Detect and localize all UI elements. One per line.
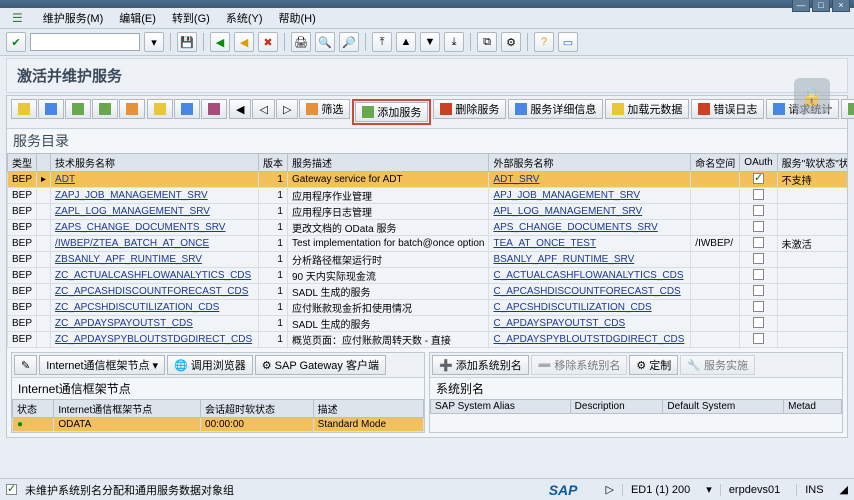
- table-row[interactable]: BEPZC_APDAYSPYBLOUTSTDGINDRCT_CDS1概览页面：应…: [8, 348, 848, 349]
- layout-save-icon[interactable]: [201, 99, 227, 119]
- maximize-icon[interactable]: □: [812, 0, 830, 12]
- table-row[interactable]: BEPZC_APCSHDISCUTILIZATION_CDS1应付账款现金折扣使…: [8, 300, 848, 316]
- window-titlebar: — □ ×: [0, 0, 854, 8]
- save-icon[interactable]: 💾: [177, 32, 197, 52]
- nav-icon[interactable]: ▷: [606, 483, 614, 496]
- sap-logo: SAP: [549, 482, 578, 498]
- service-detail-button[interactable]: 服务详细信息: [508, 99, 603, 119]
- table-row[interactable]: BEPZAPL_LOG_MANAGEMENT_SRV1应用程序日志管理APL_L…: [8, 204, 848, 220]
- menu-icon[interactable]: ☰: [6, 11, 29, 25]
- next-page-icon[interactable]: ▼: [420, 32, 440, 52]
- app-toolbar: ◀ ◁ ▷ 筛选 添加服务 删除服务 服务详细信息 加载元数据 错误日志 请求统…: [7, 96, 847, 129]
- server-indicator-icon: ▾: [706, 483, 712, 496]
- sort-desc-icon[interactable]: [92, 99, 118, 119]
- alias-grid[interactable]: SAP System AliasDescriptionDefault Syste…: [430, 399, 842, 414]
- cancel-icon[interactable]: ✖: [258, 32, 278, 52]
- add-alias-button[interactable]: ➕添加系统别名: [432, 355, 529, 375]
- enter-icon[interactable]: ✔: [6, 32, 26, 52]
- new-session-icon[interactable]: ⧉: [477, 32, 497, 52]
- watermark-icon: 🔒: [794, 78, 830, 114]
- menu-edit[interactable]: 编辑(E): [113, 10, 162, 26]
- table-row[interactable]: BEP▸ADT1Gateway service for ADTADT_SRV不支…: [8, 172, 848, 188]
- find-next-icon[interactable]: 🔎: [339, 32, 359, 52]
- catalog-title: 服务目录: [7, 129, 847, 153]
- close-icon[interactable]: ×: [832, 0, 850, 12]
- status-check-icon: [6, 484, 17, 495]
- minimize-icon[interactable]: —: [792, 0, 810, 12]
- nav-prev-icon[interactable]: ◁: [252, 99, 274, 119]
- menu-goto[interactable]: 转到(G): [166, 10, 216, 26]
- error-log-button[interactable]: 错误日志: [691, 99, 764, 119]
- icf-panel: ✎ Internet通信框架节点 ▾ 🌐调用浏览器 ⚙SAP Gateway 客…: [11, 352, 425, 433]
- alias-panel: ➕添加系统别名 ➖移除系统别名 ⚙定制 🔧服务实施 系统别名 SAP Syste…: [429, 352, 843, 433]
- gateway-client-button[interactable]: ⚙SAP Gateway 客户端: [255, 355, 386, 375]
- first-page-icon[interactable]: ⤒: [372, 32, 392, 52]
- details-icon[interactable]: [38, 99, 64, 119]
- status-bar: 未维护系统别名分配和通用服务数据对象组 SAP ▷ ED1 (1) 200 ▾ …: [0, 478, 854, 500]
- table-row: ● ODATA 00:00:00 Standard Mode: [13, 418, 424, 432]
- service-catalog-grid[interactable]: 类型技术服务名称版本服务描述外部服务名称命名空间OAuth服务"软状态"状态服务…: [7, 153, 847, 348]
- dropdown-icon[interactable]: ▾: [144, 32, 164, 52]
- session-info: ED1 (1) 200: [622, 484, 698, 496]
- sort-asc-icon[interactable]: [65, 99, 91, 119]
- find-icon[interactable]: 🔍: [315, 32, 335, 52]
- page-title: 激活并维护服务: [6, 58, 848, 93]
- filter-button[interactable]: 筛选: [299, 99, 350, 119]
- menu-system[interactable]: 系统(Y): [220, 10, 269, 26]
- delete-service-button[interactable]: 删除服务: [433, 99, 506, 119]
- customize-button[interactable]: ⚙定制: [629, 355, 678, 375]
- icf-node-button[interactable]: Internet通信框架节点 ▾: [39, 355, 165, 375]
- table-row[interactable]: BEPZC_APCASHDISCOUNTFORECAST_CDS1SADL 生成…: [8, 284, 848, 300]
- server-name: erpdevs01: [720, 484, 788, 496]
- exit-icon[interactable]: ◀: [234, 32, 254, 52]
- prev-page-icon[interactable]: ▲: [396, 32, 416, 52]
- table-row[interactable]: BEPZAPJ_JOB_MANAGEMENT_SRV1应用程序作业管理APJ_J…: [8, 188, 848, 204]
- insert-mode: INS: [796, 484, 831, 496]
- table-row[interactable]: BEPZC_ACTUALCASHFLOWANALYTICS_CDS190 天内实…: [8, 268, 848, 284]
- menu-maintain[interactable]: 维护服务(M): [37, 10, 110, 26]
- table-row[interactable]: BEP/IWBEP/ZTEA_BATCH_AT_ONCE1Test implem…: [8, 236, 848, 252]
- export-icon[interactable]: [174, 99, 200, 119]
- table-row[interactable]: BEPZAPS_CHANGE_DOCUMENTS_SRV1更改文档的 OData…: [8, 220, 848, 236]
- icf-grid[interactable]: 状态Internet通信框架节点会话超时软状态描述 ● ODATA 00:00:…: [12, 399, 424, 432]
- status-message: 未维护系统别名分配和通用服务数据对象组: [25, 482, 234, 498]
- service-impl-button[interactable]: 🔧服务实施: [680, 355, 755, 375]
- resize-grip-icon[interactable]: ◢: [840, 483, 848, 496]
- shortcut-icon[interactable]: ⚙: [501, 32, 521, 52]
- table-row[interactable]: BEPZC_APDAYSPAYOUTST_CDS1SADL 生成的服务C_APD…: [8, 316, 848, 332]
- call-browser-button[interactable]: 🌐调用浏览器: [167, 355, 253, 375]
- remove-alias-button[interactable]: ➖移除系统别名: [531, 355, 628, 375]
- load-metadata-button[interactable]: 加载元数据: [605, 99, 689, 119]
- refresh-catalog-button[interactable]: 刷新目录: [841, 99, 854, 119]
- nav-first-icon[interactable]: ◀: [229, 99, 251, 119]
- menu-bar: ☰ 维护服务(M) 编辑(E) 转到(G) 系统(Y) 帮助(H): [0, 8, 854, 29]
- table-row[interactable]: BEPZBSANLY_APF_RUNTIME_SRV1分析路径框架运行时BSAN…: [8, 252, 848, 268]
- last-page-icon[interactable]: ⤓: [444, 32, 464, 52]
- sum-icon[interactable]: [147, 99, 173, 119]
- menu-help[interactable]: 帮助(H): [273, 10, 322, 26]
- add-service-button[interactable]: 添加服务: [355, 102, 428, 122]
- table-row[interactable]: BEPZC_APDAYSPYBLOUTSTDGDIRECT_CDS1概览页面：应…: [8, 332, 848, 348]
- back-icon[interactable]: ◀: [210, 32, 230, 52]
- content-area: ◀ ◁ ▷ 筛选 添加服务 删除服务 服务详细信息 加载元数据 错误日志 请求统…: [6, 95, 848, 438]
- command-field[interactable]: [30, 33, 140, 51]
- alias-panel-title: 系统别名: [430, 378, 842, 399]
- layout-icon[interactable]: ▭: [558, 32, 578, 52]
- icf-panel-title: Internet通信框架节点: [12, 378, 424, 399]
- print-icon[interactable]: 🖨: [291, 32, 311, 52]
- standard-toolbar: ✔ ▾ 💾 ◀ ◀ ✖ 🖨 🔍 🔎 ⤒ ▲ ▼ ⤓ ⧉ ⚙ ? ▭: [0, 29, 854, 56]
- icf-edit-icon[interactable]: ✎: [14, 355, 37, 375]
- filter-icon[interactable]: [119, 99, 145, 119]
- nav-next-icon[interactable]: ▷: [276, 99, 298, 119]
- help-icon[interactable]: ?: [534, 32, 554, 52]
- toggle-icon[interactable]: [11, 99, 37, 119]
